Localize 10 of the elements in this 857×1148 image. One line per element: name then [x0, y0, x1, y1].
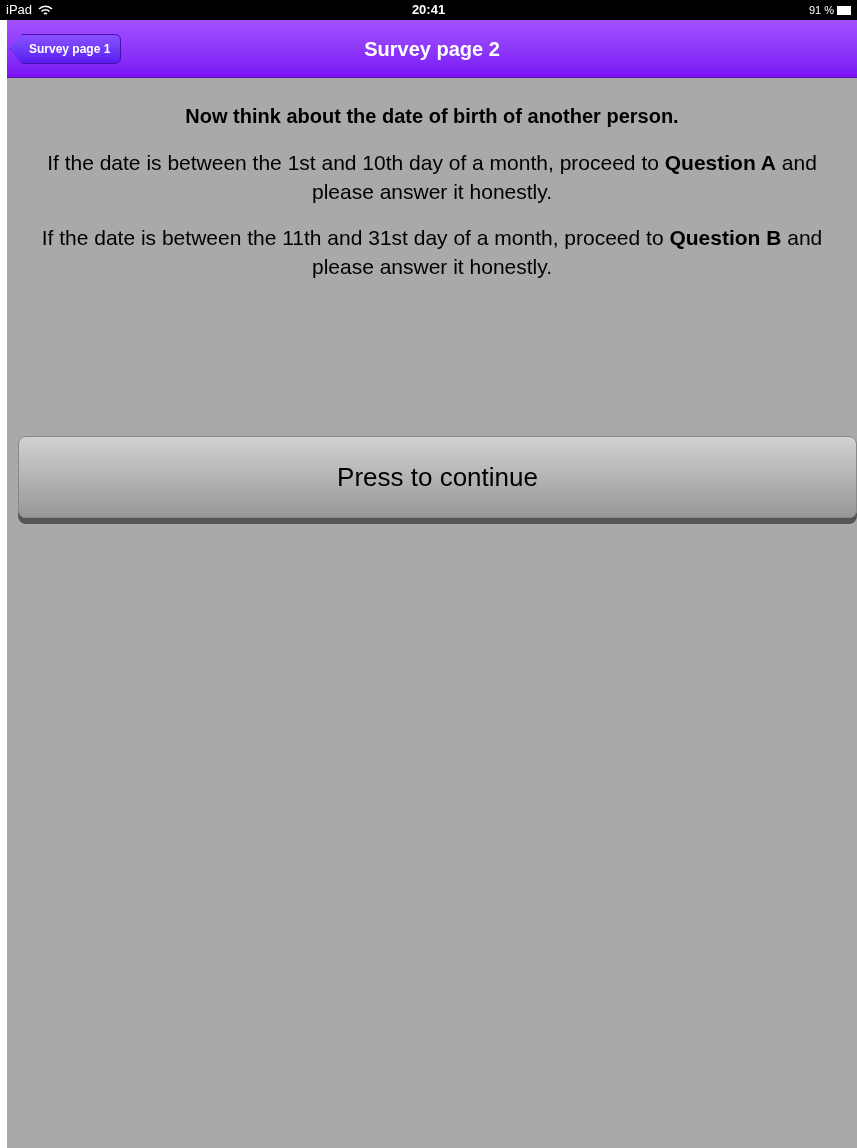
battery-icon [837, 5, 851, 15]
back-button[interactable]: Survey page 1 [10, 34, 122, 64]
clock: 20:41 [411, 1, 446, 20]
device-name: iPad [6, 1, 33, 20]
instruction-heading: Now think about the date of birth of another person. [185, 104, 679, 129]
instruction-paragraph: If the date is between the 11th and 31st day of a month, proceed to Question B and please answer it honestly. [40, 225, 824, 280]
wifi-icon [38, 4, 54, 16]
page-title: Survey page 2 [364, 36, 500, 62]
battery-percent: 91 % [808, 2, 834, 18]
instruction-paragraph: If the date is between the 1st and 10th day of a month, proceed to Question A and please answer it honestly. [46, 150, 818, 205]
